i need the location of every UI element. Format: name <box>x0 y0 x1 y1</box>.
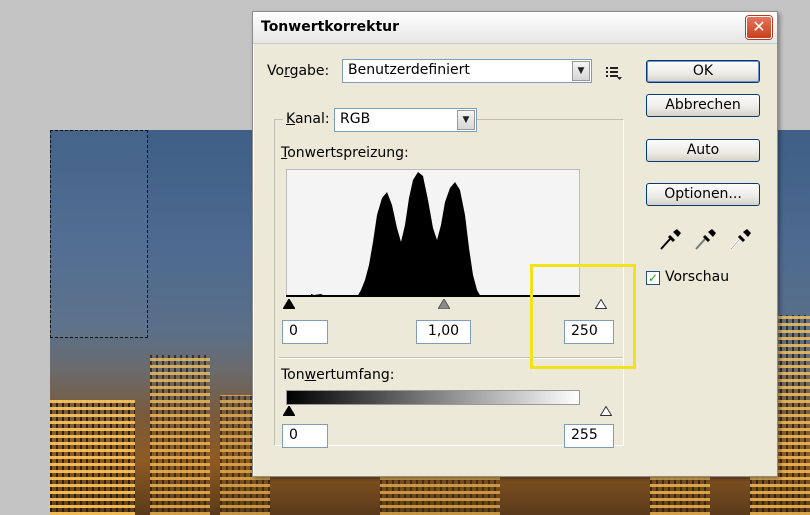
output-white-slider[interactable] <box>600 406 612 416</box>
marquee-selection[interactable] <box>50 130 148 338</box>
output-levels-mnemonic: w <box>304 367 317 383</box>
chevron-down-icon[interactable]: ▼ <box>457 110 475 130</box>
list-menu-icon[interactable] <box>606 66 622 84</box>
preset-label: Vorgabe: <box>267 63 329 79</box>
black-point-slider[interactable] <box>283 299 295 309</box>
preset-value: Benutzerdefiniert <box>348 62 470 78</box>
channel-label-mnemonic: K <box>286 111 295 127</box>
input-levels-label: Tonwertspreizung: <box>281 145 409 161</box>
channel-select[interactable]: RGB ▼ <box>334 108 477 132</box>
preset-label-part: gabe: <box>289 63 330 79</box>
eyedropper-white-icon[interactable] <box>728 226 752 252</box>
close-icon[interactable]: ✕ <box>746 16 772 39</box>
input-gamma-field[interactable]: 1,00 <box>416 320 471 344</box>
building <box>50 400 135 515</box>
output-black-field[interactable]: 0 <box>282 424 328 448</box>
options-button[interactable]: Optionen... <box>646 183 760 206</box>
dialog-title: Tonwertkorrektur <box>261 19 400 35</box>
ok-button[interactable]: OK <box>646 60 760 83</box>
preset-label-part: Vo <box>267 63 285 79</box>
input-levels-label-part: onwertspreizung: <box>287 145 409 161</box>
eyedropper-black-icon[interactable] <box>658 226 682 252</box>
highlight-box <box>530 264 636 369</box>
histogram-shape <box>311 172 480 295</box>
eyedropper-gray-icon[interactable] <box>693 226 717 252</box>
chevron-down-icon[interactable]: ▼ <box>572 61 590 81</box>
output-levels-label: Tonwertumfang: <box>281 367 394 383</box>
output-white-field[interactable]: 255 <box>564 424 614 448</box>
auto-button[interactable]: Auto <box>646 139 760 162</box>
input-black-field[interactable]: 0 <box>282 320 328 344</box>
channel-value: RGB <box>340 111 371 127</box>
output-levels-label-part: ertumfang: <box>316 367 395 383</box>
preview-label: Vorschau <box>665 269 730 285</box>
gamma-slider[interactable] <box>438 299 450 309</box>
cancel-button[interactable]: Abbrechen <box>646 94 760 117</box>
title-bar[interactable]: Tonwertkorrektur ✕ <box>253 12 777 44</box>
output-levels-label-part: Ton <box>281 367 305 383</box>
levels-dialog: Tonwertkorrektur ✕ Vorgabe: Benutzerdefi… <box>252 11 778 477</box>
building <box>150 355 210 515</box>
building <box>380 475 500 515</box>
preset-select[interactable]: Benutzerdefiniert ▼ <box>342 59 592 83</box>
output-gradient-bar <box>286 390 580 405</box>
output-black-slider[interactable] <box>283 406 295 416</box>
channel-label-part: anal: <box>294 111 330 127</box>
channel-label: Kanal: <box>283 111 333 127</box>
preview-checkbox[interactable]: ✓ <box>646 271 660 285</box>
